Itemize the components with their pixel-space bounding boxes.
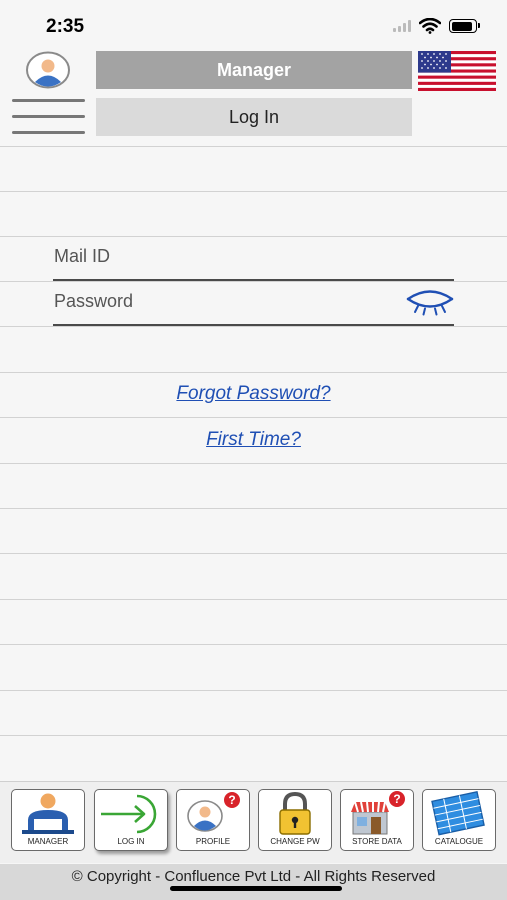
cellular-signal-icon	[393, 20, 411, 32]
role-label: Manager	[216, 59, 292, 80]
divider	[0, 644, 507, 645]
nav-login-label: LOG IN	[117, 837, 145, 846]
divider	[0, 690, 507, 691]
divider	[0, 326, 507, 327]
svg-text:?: ?	[393, 792, 400, 806]
nav-catalogue-label: CATALOGUE	[434, 837, 484, 846]
divider	[0, 508, 507, 509]
nav-store-data-button[interactable]: ? STORE DATA	[340, 789, 414, 851]
manager-icon	[22, 793, 74, 834]
hamburger-menu-icon[interactable]	[12, 99, 85, 135]
eye-closed-icon[interactable]	[406, 290, 454, 316]
catalogue-icon	[431, 790, 485, 836]
bottom-nav: MANAGER LOG IN ? PROFILE CHANGE PW ? STO…	[0, 781, 507, 863]
password-placeholder: Password	[54, 291, 134, 311]
store-icon: ?	[351, 791, 405, 835]
login-title-bar: Log In	[96, 98, 412, 136]
login-arrow-icon	[101, 794, 157, 834]
mail-id-field[interactable]: Mail ID	[53, 237, 454, 281]
footer: © Copyright - Confluence Pvt Ltd - All R…	[0, 864, 507, 900]
forgot-password-link[interactable]: Forgot Password?	[0, 383, 507, 405]
wifi-icon	[419, 18, 441, 34]
role-title-bar: Manager	[96, 51, 412, 89]
nav-login-button[interactable]: LOG IN	[94, 789, 168, 851]
svg-text:?: ?	[228, 793, 235, 807]
profile-question-icon: ?	[187, 792, 240, 832]
nav-profile-button[interactable]: ? PROFILE	[176, 789, 250, 851]
status-time: 2:35	[46, 16, 85, 37]
divider	[0, 191, 507, 192]
mail-id-placeholder: Mail ID	[54, 246, 111, 266]
divider	[0, 599, 507, 600]
nav-catalogue-button[interactable]: CATALOGUE	[422, 789, 496, 851]
home-indicator[interactable]	[170, 886, 342, 891]
divider	[0, 463, 507, 464]
copyright-text: © Copyright - Confluence Pvt Ltd - All R…	[71, 868, 436, 885]
divider	[0, 553, 507, 554]
user-avatar-icon[interactable]	[25, 51, 71, 89]
nav-profile-label: PROFILE	[195, 837, 231, 846]
divider	[0, 735, 507, 736]
first-time-link[interactable]: First Time?	[0, 429, 507, 451]
nav-change-pw-button[interactable]: CHANGE PW	[258, 789, 332, 851]
divider	[0, 417, 507, 418]
divider	[0, 146, 507, 147]
divider	[0, 372, 507, 373]
us-flag-icon[interactable]	[418, 51, 496, 91]
padlock-icon	[279, 791, 311, 835]
nav-store-data-label: STORE DATA	[352, 837, 402, 846]
nav-change-pw-label: CHANGE PW	[270, 837, 320, 846]
login-label: Log In	[228, 106, 280, 127]
nav-manager-button[interactable]: MANAGER	[11, 789, 85, 851]
status-icons	[393, 18, 480, 34]
field-underline	[53, 324, 454, 326]
field-underline	[53, 279, 454, 281]
nav-manager-label: MANAGER	[27, 837, 69, 846]
battery-icon	[449, 19, 480, 33]
password-field[interactable]: Password	[53, 282, 454, 326]
status-bar: 2:35	[0, 0, 507, 48]
